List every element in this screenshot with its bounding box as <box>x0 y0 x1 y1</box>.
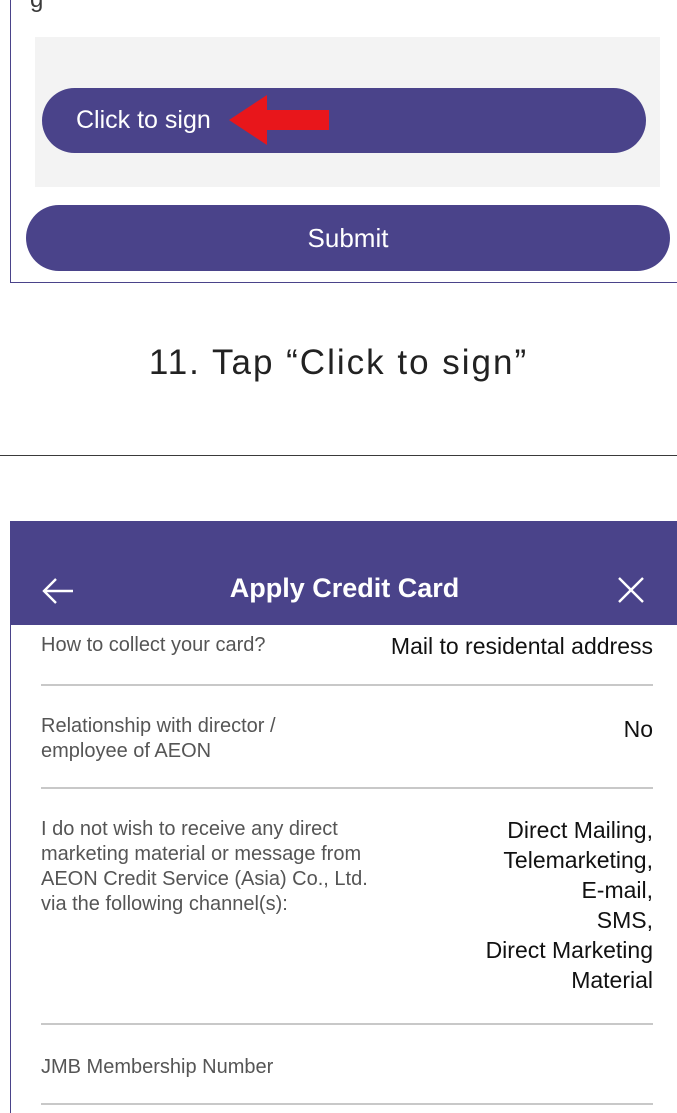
click-to-sign-button[interactable]: Click to sign <box>42 88 646 153</box>
field-value: Mail to residental address <box>390 633 653 659</box>
field-label: I do not wish to receive any direct mark… <box>41 818 368 915</box>
app-header: Apply Credit Card <box>11 521 677 625</box>
close-icon[interactable] <box>617 576 645 604</box>
field-value: No <box>623 716 653 742</box>
top-screenshot: g Click to sign Submit <box>10 0 677 283</box>
field-row-relationship: Relationship with director / employee of… <box>41 686 653 789</box>
field-label: How to collect your card? <box>41 634 266 656</box>
step-caption: 11. Tap “Click to sign” <box>148 343 529 382</box>
submit-button[interactable]: Submit <box>26 205 670 271</box>
section-divider <box>0 455 677 456</box>
field-row-direct-marketing: I do not wish to receive any direct mark… <box>41 789 653 1025</box>
page-title: Apply Credit Card <box>229 573 460 603</box>
field-row-jmb-number: JMB Membership Number <box>41 1025 653 1105</box>
field-label: JMB Membership Number <box>41 1056 274 1078</box>
field-value: Direct Mailing, Telemarketing, E-mail, S… <box>485 817 653 993</box>
field-row-card-collection: How to collect your card? Mail to reside… <box>41 625 653 686</box>
cutoff-heading-text: g <box>30 0 43 14</box>
field-label: Relationship with director / employee of… <box>41 715 276 762</box>
bottom-screenshot: Apply Credit Card How to collect your ca… <box>10 521 677 1113</box>
red-arrow-icon <box>229 95 329 145</box>
